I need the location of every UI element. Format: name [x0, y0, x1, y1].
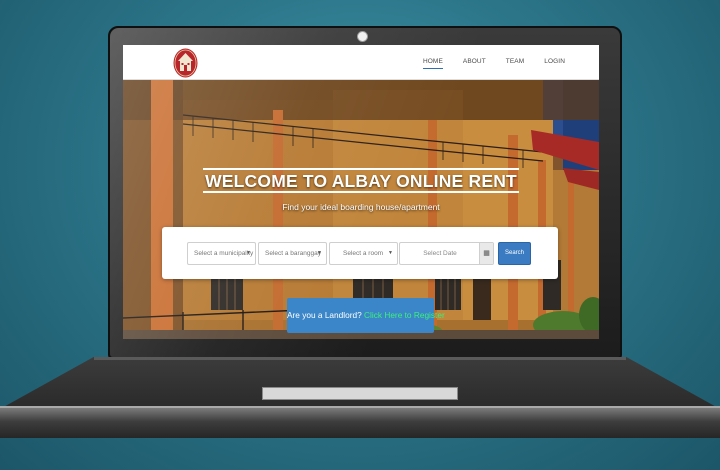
touchpad — [262, 387, 458, 400]
nav-home[interactable]: HOME — [422, 57, 443, 69]
search-button[interactable]: Search — [498, 242, 531, 265]
webcam-icon — [357, 31, 368, 42]
register-link[interactable]: Click Here to Register — [364, 310, 445, 320]
date-input-placeholder: Select Date — [423, 250, 457, 257]
nav-login[interactable]: LOGIN — [544, 57, 565, 69]
deck-edge — [94, 357, 626, 360]
barangay-select-label: Select a baranggay — [265, 250, 322, 257]
hero-title: WELCOME TO ALBAY ONLINE RENT — [123, 168, 599, 193]
nav-team[interactable]: TEAM — [506, 57, 524, 69]
barangay-select[interactable]: Select a baranggay ▼ — [258, 242, 327, 265]
site-navbar: HOME ABOUT TEAM LOGIN — [123, 45, 599, 80]
nav-menu: HOME ABOUT TEAM LOGIN — [403, 57, 565, 69]
municipality-select-label: Select a municipality — [194, 250, 254, 257]
date-input[interactable]: Select Date ▦ — [399, 242, 494, 265]
laptop-keyboard-deck — [0, 357, 720, 409]
hero-subtitle: Find your ideal boarding house/apartment — [282, 202, 440, 212]
landlord-prompt: Are you a Landlord? — [287, 310, 362, 320]
municipality-select[interactable]: Select a municipality ▼ — [187, 242, 256, 265]
laptop-base — [0, 406, 720, 438]
search-panel: Select a municipality ▼ Select a barangg… — [162, 227, 558, 279]
laptop-screen: HOME ABOUT TEAM LOGIN WELCOME TO ALBAY O… — [123, 45, 599, 339]
calendar-icon[interactable]: ▦ — [479, 243, 493, 264]
chevron-down-icon: ▼ — [317, 250, 322, 256]
room-select-label: Select a room — [343, 250, 384, 257]
register-landlord-button[interactable]: Are you a Landlord? Click Here to Regist… — [287, 298, 445, 333]
chevron-down-icon: ▼ — [246, 250, 251, 256]
nav-about[interactable]: ABOUT — [463, 57, 486, 69]
room-select[interactable]: Select a room ▼ — [329, 242, 398, 265]
chevron-down-icon: ▼ — [388, 250, 393, 256]
hero-banner: WELCOME TO ALBAY ONLINE RENT Find your i… — [123, 80, 599, 339]
house-icon[interactable] — [173, 47, 198, 78]
